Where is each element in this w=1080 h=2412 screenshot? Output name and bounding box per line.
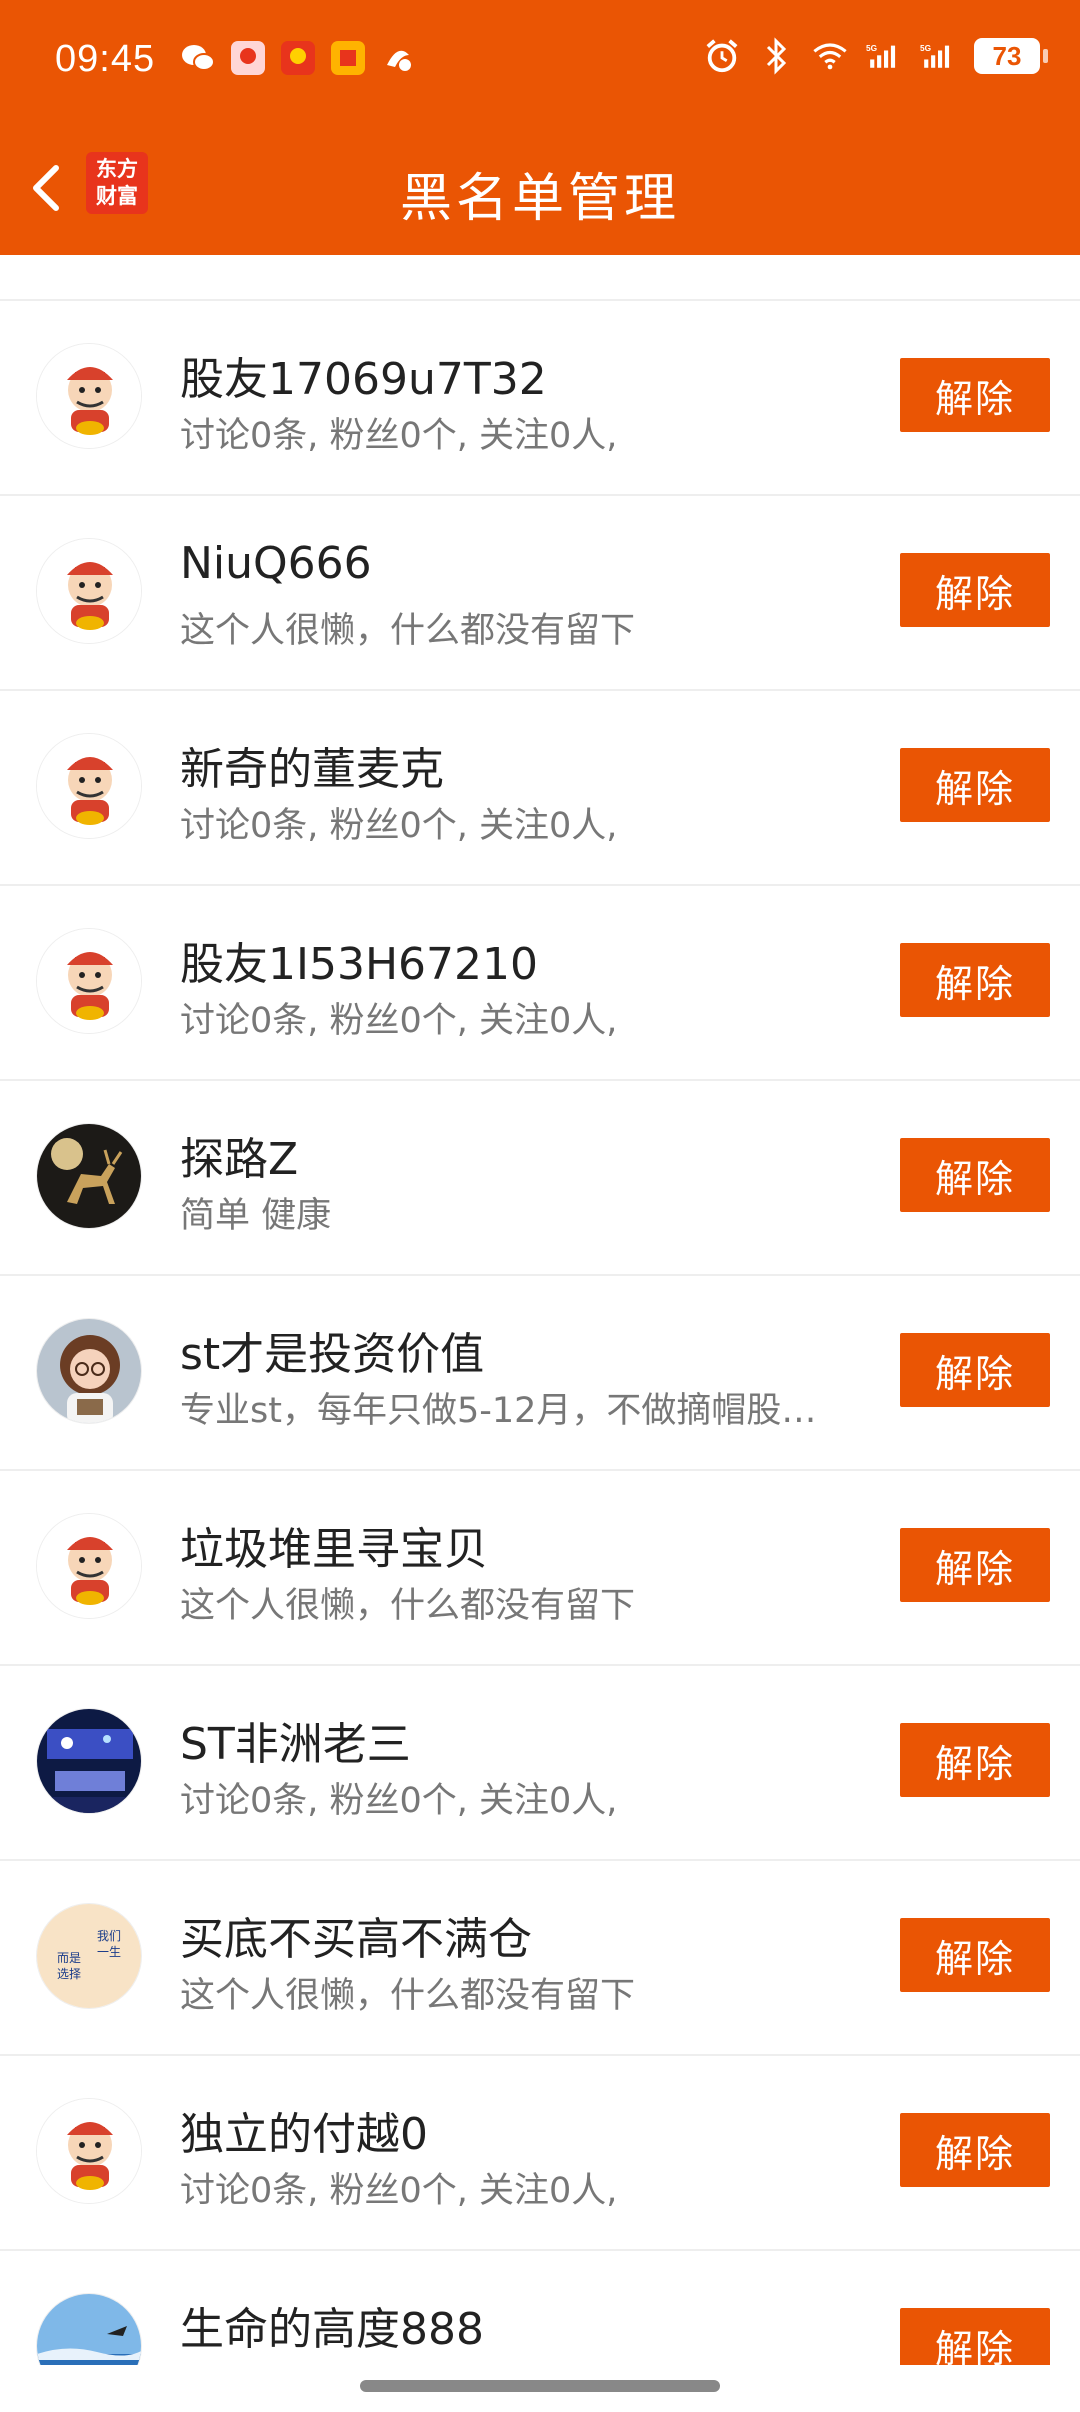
avatar[interactable] <box>36 343 142 449</box>
app-icon-2 <box>280 40 316 76</box>
unblock-button[interactable]: 解除 <box>900 2308 1050 2365</box>
app-icon-3 <box>330 40 366 76</box>
user-name: 探路Z <box>180 1134 299 1185</box>
nav-bar: 东方 财富 黑名单管理 <box>0 140 1080 240</box>
user-name: 独立的付越0 <box>180 2109 428 2160</box>
list-item[interactable]: 生命的高度888 解除 <box>0 2251 1080 2365</box>
user-description: 讨论0条, 粉丝0个, 关注0人, <box>180 416 618 456</box>
list-item[interactable]: 股友17069u7T32 讨论0条, 粉丝0个, 关注0人, 解除 <box>0 301 1080 496</box>
user-name: 股友17069u7T32 <box>180 354 547 405</box>
list-item[interactable]: 股友1I53H67210 讨论0条, 粉丝0个, 关注0人, 解除 <box>0 886 1080 1081</box>
top-bar: 09:45 5G 5G 73 东方 财富 黑名单管理 <box>0 0 1080 255</box>
avatar[interactable] <box>36 1513 142 1619</box>
avatar[interactable] <box>36 1123 142 1229</box>
avatar[interactable] <box>36 538 142 644</box>
app-icon-4 <box>380 40 416 76</box>
status-time: 09:45 <box>55 38 156 80</box>
user-description: 讨论0条, 粉丝0个, 关注0人, <box>180 806 618 846</box>
user-description: 讨论0条, 粉丝0个, 关注0人, <box>180 1001 618 1041</box>
notification-icons <box>180 40 416 76</box>
list-item[interactable]: ST非洲老三讨论0条, 粉丝0个, 关注0人, 解除 <box>0 1666 1080 1861</box>
user-description: 讨论0条, 粉丝0个, 关注0人, <box>180 1781 618 1821</box>
svg-text:一生: 一生 <box>97 1945 121 1959</box>
list-item[interactable]: 独立的付越0 讨论0条, 粉丝0个, 关注0人, 解除 <box>0 2056 1080 2251</box>
unblock-button[interactable]: 解除 <box>900 748 1050 822</box>
avatar[interactable] <box>36 2293 142 2365</box>
avatar[interactable] <box>36 1318 142 1424</box>
home-indicator[interactable] <box>360 2380 720 2392</box>
user-name: 股友1I53H67210 <box>180 939 539 990</box>
unblock-button[interactable]: 解除 <box>900 2113 1050 2187</box>
list-item[interactable]: 我们一生 而是选择 买底不买高不满仓这个人很懒，什么都没有留下 解除 <box>0 1861 1080 2056</box>
user-name: 生命的高度888 <box>180 2304 484 2355</box>
status-bar: 09:45 5G 5G 73 <box>0 0 1080 125</box>
blacklist: 股友17069u7T32 讨论0条, 粉丝0个, 关注0人, 解除 NiuQ666 这个… <box>0 255 1080 2365</box>
user-name: NiuQ666 <box>180 538 372 589</box>
user-description: 简单 健康 <box>180 1196 332 1236</box>
app-icon-1 <box>230 40 266 76</box>
unblock-button[interactable]: 解除 <box>900 358 1050 432</box>
user-description: 这个人很懒，什么都没有留下 <box>180 1586 636 1626</box>
avatar[interactable] <box>36 733 142 839</box>
list-item[interactable]: 新奇的董麦克讨论0条, 粉丝0个, 关注0人, 解除 <box>0 691 1080 886</box>
user-name: st才是投资价值 <box>180 1329 485 1380</box>
unblock-button[interactable]: 解除 <box>900 1333 1050 1407</box>
avatar[interactable] <box>36 1708 142 1814</box>
user-name: 新奇的董麦克 <box>180 744 444 795</box>
user-description: 专业st，每年只做5-12月，不做摘帽股… <box>180 1391 817 1431</box>
avatar[interactable]: 我们一生 而是选择 <box>36 1903 142 2009</box>
svg-text:而是: 而是 <box>57 1951 81 1965</box>
user-name: 垃圾堆里寻宝贝 <box>180 1524 488 1575</box>
alarm-icon <box>704 38 740 74</box>
list-item[interactable]: NiuQ666 这个人很懒，什么都没有留下 解除 <box>0 496 1080 691</box>
svg-text:5G: 5G <box>866 43 877 53</box>
avatar[interactable] <box>36 928 142 1034</box>
unblock-button[interactable]: 解除 <box>900 1723 1050 1797</box>
unblock-button[interactable]: 解除 <box>900 553 1050 627</box>
svg-text:5G: 5G <box>920 43 931 53</box>
avatar[interactable] <box>36 2098 142 2204</box>
user-description: 这个人很懒，什么都没有留下 <box>180 611 636 651</box>
bluetooth-icon <box>758 37 794 75</box>
svg-text:我们: 我们 <box>97 1928 121 1943</box>
user-description: 这个人很懒，什么都没有留下 <box>180 1976 636 2016</box>
unblock-button[interactable]: 解除 <box>900 1918 1050 1992</box>
wechat-icon <box>180 40 216 76</box>
signal-5g-icon-1: 5G <box>866 38 902 74</box>
unblock-button[interactable]: 解除 <box>900 1138 1050 1212</box>
page-title: 黑名单管理 <box>399 169 680 229</box>
user-name: ST非洲老三 <box>180 1719 411 1770</box>
user-description: 讨论0条, 粉丝0个, 关注0人, <box>180 2171 618 2211</box>
system-icons: 5G 5G 73 <box>704 37 1048 75</box>
list-item[interactable]: 垃圾堆里寻宝贝这个人很懒，什么都没有留下 解除 <box>0 1471 1080 1666</box>
partial-list-item <box>0 255 1080 301</box>
list-item[interactable]: st才是投资价值专业st，每年只做5-12月，不做摘帽股… 解除 <box>0 1276 1080 1471</box>
battery-indicator: 73 <box>974 38 1048 74</box>
list-item[interactable]: 探路Z 简单 健康 解除 <box>0 1081 1080 1276</box>
unblock-button[interactable]: 解除 <box>900 943 1050 1017</box>
svg-text:选择: 选择 <box>57 1967 81 1981</box>
unblock-button[interactable]: 解除 <box>900 1528 1050 1602</box>
wifi-icon <box>812 38 848 74</box>
signal-5g-icon-2: 5G <box>920 38 956 74</box>
user-name: 买底不买高不满仓 <box>180 1914 532 1965</box>
